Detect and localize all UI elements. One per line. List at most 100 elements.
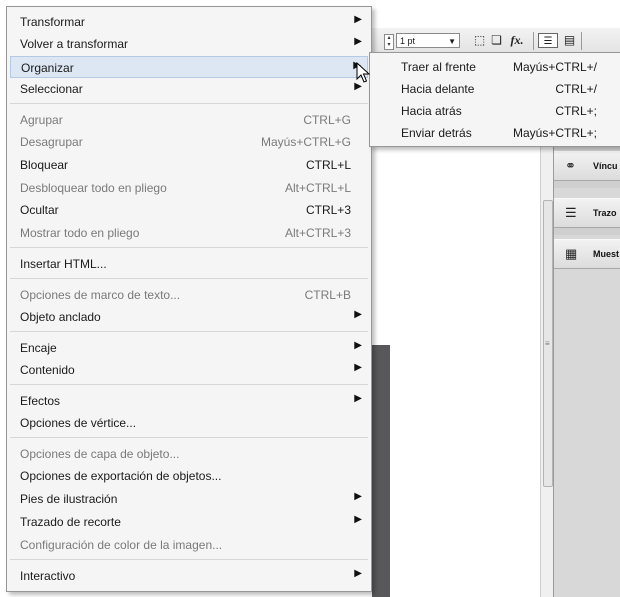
menu-item-label: Opciones de vértice... [20,416,137,430]
menu-item-desbloquear-todo[interactable]: Desbloquear todo en pliego Alt+CTRL+L [10,177,368,199]
menu-item-shortcut: Alt+CTRL+3 [284,226,351,240]
menu-item-label: Opciones de exportación de objetos... [20,469,222,483]
menu-separator [10,559,368,560]
menu-item-label: Insertar HTML... [20,257,107,271]
stroke-icon: ☰ [565,205,577,220]
menu-item-configuracion-color[interactable]: Configuración de color de la imagen... [10,534,368,556]
submenu-item-traer-al-frente[interactable]: Traer al frente Mayús+CTRL+/ [373,56,617,78]
menu-separator [10,278,368,279]
menu-item-shortcut: CTRL+3 [305,203,351,217]
menu-item-contenido[interactable]: Contenido ▶ [10,359,368,381]
panel-label: Víncu [593,161,618,171]
menu-item-objeto-anclado[interactable]: Objeto anclado ▶ [10,306,368,328]
menu-item-opciones-vertice[interactable]: Opciones de vértice... [10,412,368,434]
frame-fitting-icon[interactable]: ⬚ [472,33,487,48]
menu-item-label: Ocultar [20,203,59,217]
submenu-arrow-icon: ▶ [354,309,362,320]
menu-item-opciones-marco-texto[interactable]: Opciones de marco de texto... CTRL+B [10,284,368,306]
menu-item-volver-a-transformar[interactable]: Volver a transformar ▶ [10,33,368,55]
menu-item-efectos[interactable]: Efectos ▶ [10,390,368,412]
menu-item-opciones-exportacion[interactable]: Opciones de exportación de objetos... [10,465,368,487]
menu-item-shortcut: Alt+CTRL+L [284,181,351,195]
submenu-arrow-icon: ▶ [354,393,362,404]
menu-item-shortcut: Mayús+CTRL+/ [512,60,597,74]
menu-item-label: Objeto anclado [20,310,101,324]
panel-label: Trazo [593,208,617,218]
menu-item-shortcut: Mayús+CTRL+G [260,135,351,149]
menu-item-label: Encaje [20,341,57,355]
menu-item-trazado-recorte[interactable]: Trazado de recorte ▶ [10,511,368,533]
menu-separator [10,103,368,104]
panel-label: Muest [593,249,620,259]
fx-label: fx. [510,33,524,47]
submenu-item-enviar-detras[interactable]: Enviar detrás Mayús+CTRL+; [373,122,617,144]
menu-item-label: Hacia delante [401,82,475,96]
text-wrap-icon[interactable]: ▤ [562,33,577,48]
panel-spacer [554,228,620,235]
menu-item-shortcut: CTRL+/ [555,82,597,96]
object-menu: Transformar ▶ Volver a transformar ▶ Org… [6,6,372,592]
toolbar-divider [533,32,534,50]
submenu-arrow-icon: ▶ [354,14,362,25]
submenu-arrow-icon: ▶ [354,362,362,373]
menu-item-agrupar[interactable]: Agrupar CTRL+G [10,109,368,131]
menu-item-desagrupar[interactable]: Desagrupar Mayús+CTRL+G [10,131,368,153]
submenu-item-hacia-atras[interactable]: Hacia atrás CTRL+; [373,100,617,122]
menu-item-label: Desagrupar [20,135,83,149]
menu-item-ocultar[interactable]: Ocultar CTRL+3 [10,199,368,221]
menu-item-shortcut: CTRL+B [304,288,351,302]
stroke-weight-stepper[interactable]: ▴ ▾ [384,34,394,50]
menu-item-opciones-capa-objeto[interactable]: Opciones de capa de objeto... [10,443,368,465]
submenu-item-hacia-delante[interactable]: Hacia delante CTRL+/ [373,78,617,100]
panel-spacer [554,181,620,188]
menu-item-shortcut: CTRL+G [303,113,351,127]
drop-shadow-icon[interactable]: ❏ [489,33,504,48]
triangle-down-icon[interactable]: ▼ [448,34,456,49]
menu-item-label: Opciones de marco de texto... [20,288,181,302]
mouse-cursor-icon [356,62,370,83]
menu-item-pies-ilustracion[interactable]: Pies de ilustración ▶ [10,488,368,510]
menu-item-label: Organizar [21,61,74,75]
menu-item-interactivo[interactable]: Interactivo ▶ [10,565,368,587]
grip-icon: ≡ [545,339,550,348]
menu-item-insertar-html[interactable]: Insertar HTML... [10,253,368,275]
menu-item-label: Agrupar [20,113,63,127]
menu-item-transformar[interactable]: Transformar ▶ [10,11,368,33]
menu-item-organizar[interactable]: Organizar ▶ [10,56,368,78]
menu-item-seleccionar[interactable]: Seleccionar ▶ [10,78,368,100]
menu-item-label: Enviar detrás [401,126,472,140]
menu-item-encaje[interactable]: Encaje ▶ [10,337,368,359]
pasteboard-edge [372,345,390,597]
submenu-arrow-icon: ▶ [354,491,362,502]
submenu-arrow-icon: ▶ [354,340,362,351]
panel-swatches[interactable]: ▦ Muest [554,239,620,269]
menu-item-label: Seleccionar [20,82,83,96]
panel-links[interactable]: ⚭ Víncu [554,151,620,181]
control-toolbar: ▴ ▾ 1 pt ▼ ⬚ ❏ fx. ☰ ▤ [372,28,620,55]
align-text-icon[interactable]: ☰ [538,33,558,48]
menu-item-label: Contenido [20,363,75,377]
menu-item-shortcut: Mayús+CTRL+; [512,126,597,140]
swatches-icon: ▦ [565,246,578,261]
fx-icon[interactable]: fx. [506,33,528,48]
submenu-arrow-icon: ▶ [354,514,362,525]
menu-item-label: Transformar [20,15,85,29]
menu-item-mostrar-todo[interactable]: Mostrar todo en pliego Alt+CTRL+3 [10,222,368,244]
menu-item-label: Desbloquear todo en pliego [20,181,167,195]
menu-item-label: Hacia atrás [401,104,462,118]
toolbar-divider [581,32,582,50]
stroke-weight-value: 1 pt [400,36,416,46]
links-icon: ⚭ [565,158,576,173]
menu-item-label: Efectos [20,394,61,408]
menu-item-label: Configuración de color de la imagen... [20,538,223,552]
submenu-arrow-icon: ▶ [354,36,362,47]
menu-item-label: Mostrar todo en pliego [20,226,140,240]
menu-item-bloquear[interactable]: Bloquear CTRL+L [10,154,368,176]
stroke-weight-field[interactable]: 1 pt ▼ [396,33,460,48]
menu-separator [10,437,368,438]
menu-separator [10,384,368,385]
scrollbar-thumb[interactable]: ≡ [543,200,553,487]
menu-item-label: Volver a transformar [20,37,129,51]
panel-stroke[interactable]: ☰ Trazo [554,198,620,228]
menu-item-label: Opciones de capa de objeto... [20,447,180,461]
